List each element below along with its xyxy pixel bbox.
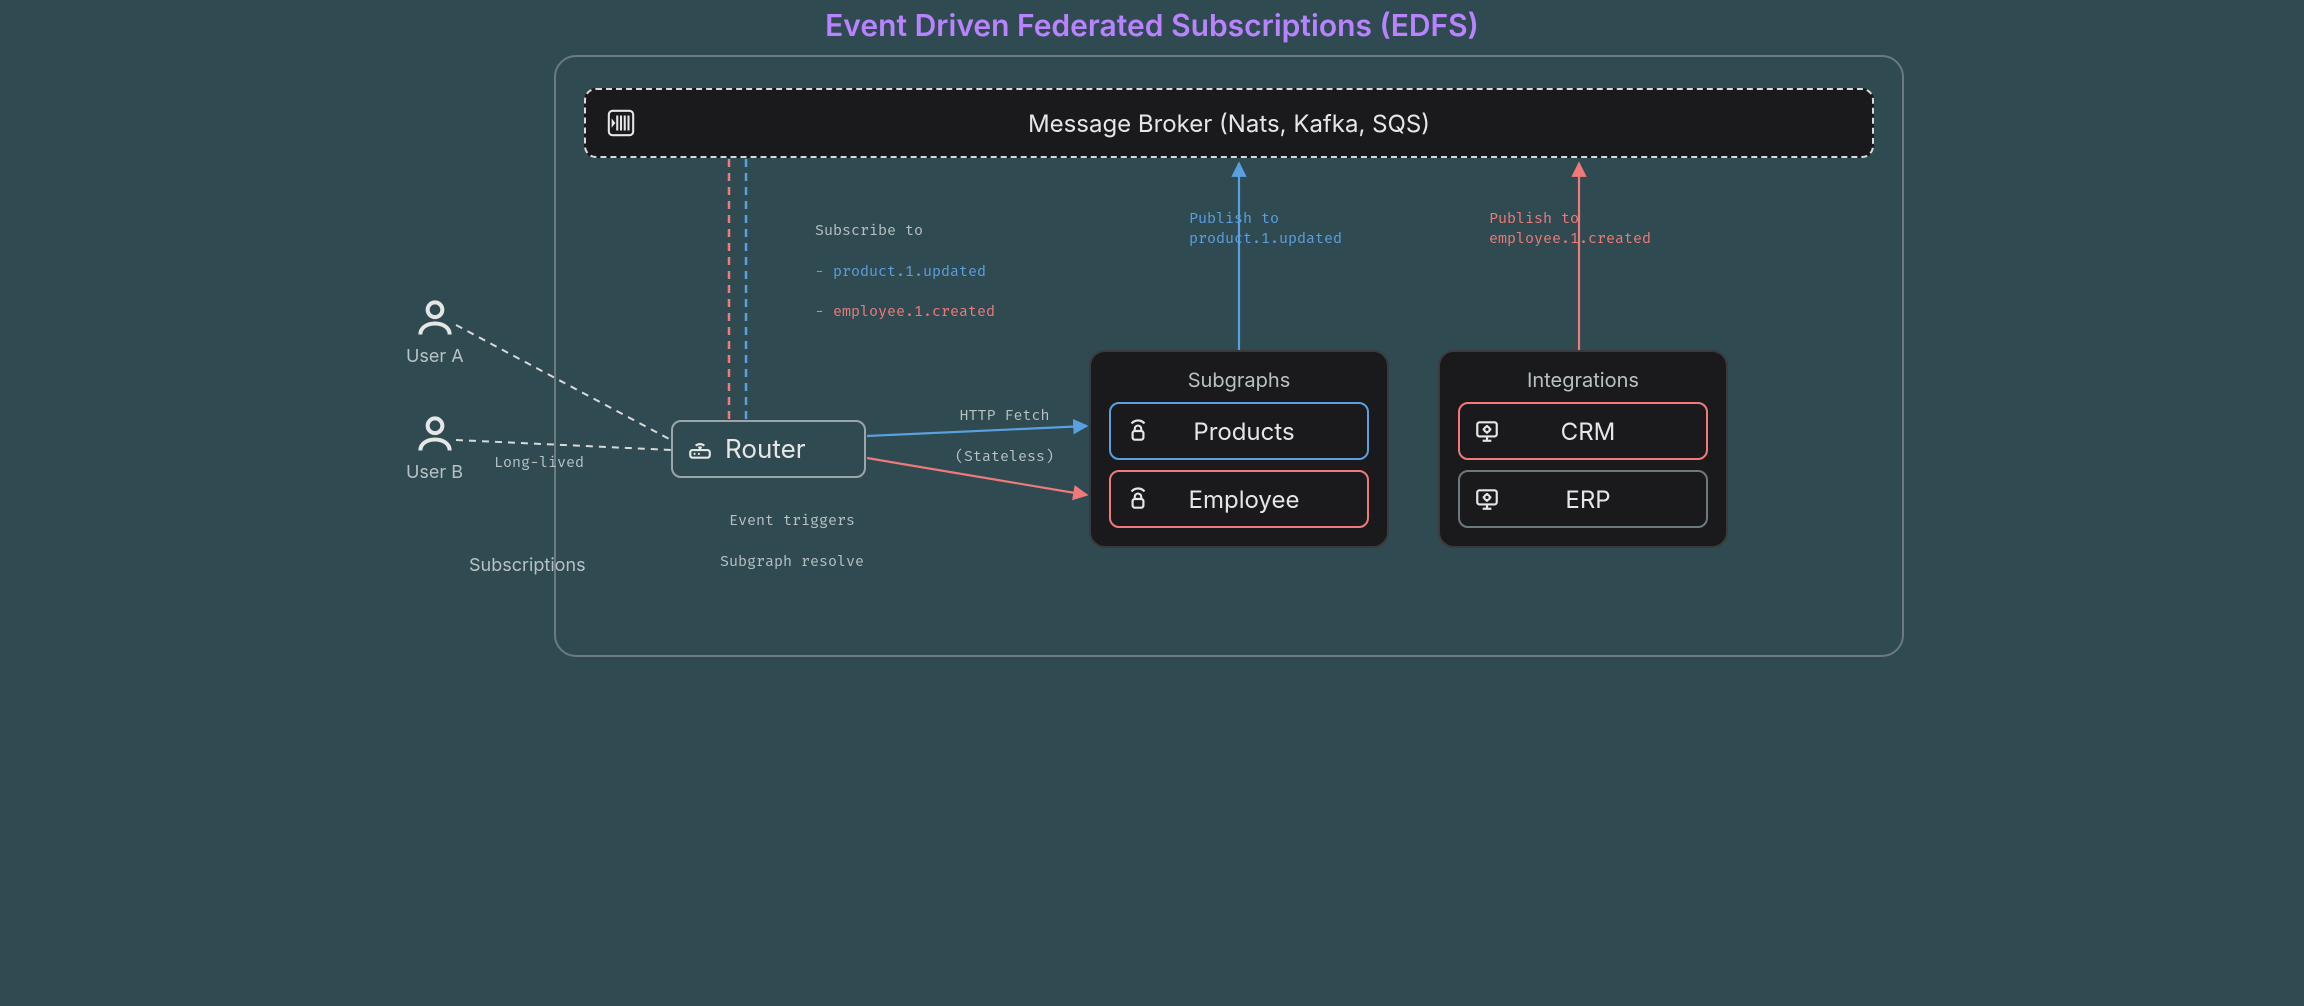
- publish-product-label: Publish to product.1.updated: [1189, 208, 1342, 249]
- broker-label: Message Broker (Nats, Kafka, SQS): [656, 109, 1872, 138]
- user-a-label: User A: [406, 346, 464, 367]
- subgraphs-card: Subgraphs Products Employee: [1089, 350, 1389, 548]
- integrations-title: Integrations: [1458, 368, 1708, 392]
- integration-crm-label: CRM: [1514, 417, 1692, 446]
- monitor-gear-icon: [1474, 486, 1500, 512]
- subgraph-products-label: Products: [1165, 417, 1353, 446]
- http-fetch-label: HTTP Fetch (Stateless): [919, 385, 1054, 486]
- person-icon: [413, 296, 457, 340]
- subgraph-employee-label: Employee: [1165, 485, 1353, 514]
- subscribe-block: Subscribe to - product.1.updated - emplo…: [779, 200, 995, 342]
- router-box: Router: [671, 420, 866, 478]
- subgraph-icon: [1125, 418, 1151, 444]
- monitor-gear-icon: [1474, 418, 1500, 444]
- user-b-label: User B: [406, 462, 463, 483]
- subgraphs-title: Subgraphs: [1109, 368, 1369, 392]
- integrations-card: Integrations CRM ERP: [1438, 350, 1728, 548]
- integration-erp-label: ERP: [1514, 485, 1692, 514]
- subgraph-employee-row: Employee: [1109, 470, 1369, 528]
- integration-crm-row: CRM: [1458, 402, 1708, 460]
- person-icon: [413, 412, 457, 456]
- message-broker-box: Message Broker (Nats, Kafka, SQS): [584, 88, 1874, 158]
- long-lived-label: Long-lived: [494, 452, 584, 472]
- diagram-stage: Event Driven Federated Subscriptions (ED…: [384, 0, 1920, 671]
- event-triggers-label: Event triggers Subgraph resolve: [684, 490, 864, 591]
- publish-employee-label: Publish to employee.1.created: [1489, 208, 1651, 249]
- subscriptions-label: Subscriptions: [469, 555, 586, 576]
- integration-erp-row: ERP: [1458, 470, 1708, 528]
- router-icon: [687, 436, 713, 462]
- subgraph-icon: [1125, 486, 1151, 512]
- subgraph-products-row: Products: [1109, 402, 1369, 460]
- user-b: User B: [406, 412, 463, 483]
- page-title: Event Driven Federated Subscriptions (ED…: [384, 8, 1920, 44]
- router-label: Router: [725, 434, 806, 465]
- user-a: User A: [406, 296, 464, 367]
- broker-icon: [586, 108, 656, 138]
